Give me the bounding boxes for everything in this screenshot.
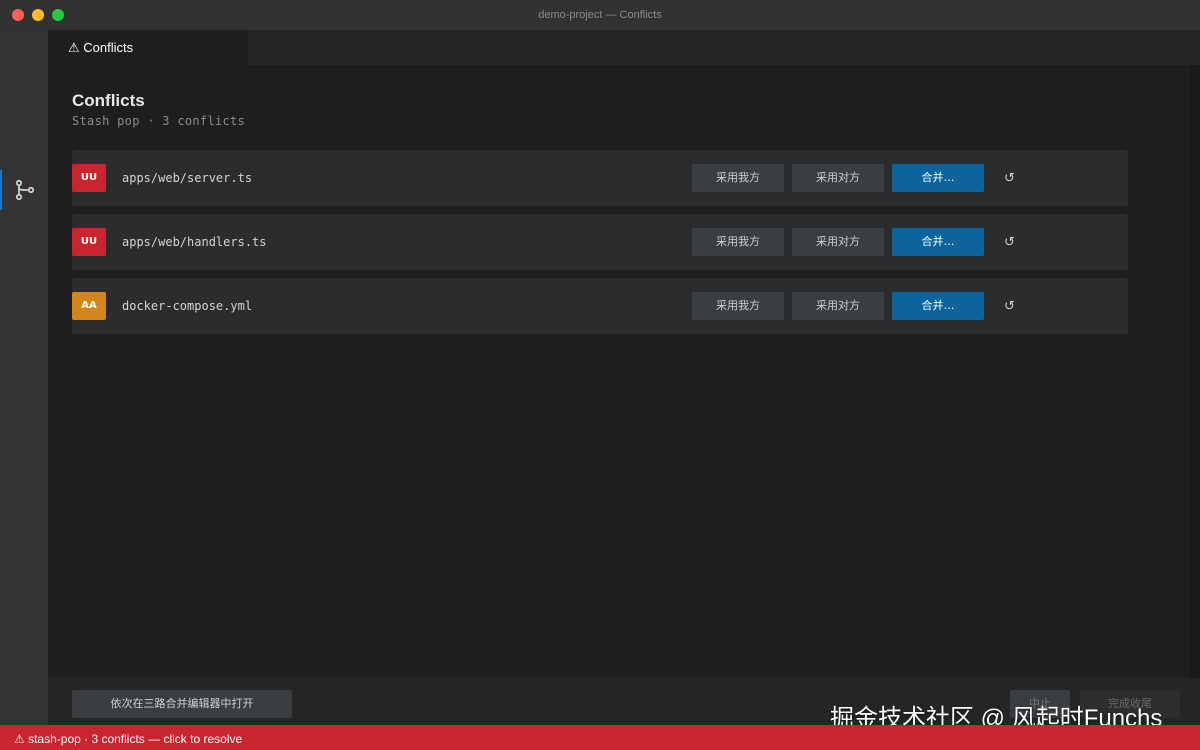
merge-button[interactable]: 合并… [892,228,984,256]
accept-ours-button[interactable]: 采用我方 [692,292,784,320]
accept-theirs-button[interactable]: 采用对方 [792,228,884,256]
open-three-way-merge-button[interactable]: 依次在三路合并编辑器中打开 [72,690,292,718]
revert-icon[interactable]: ↺ [1004,234,1015,250]
source-control-icon [15,179,35,201]
status-bar-conflicts[interactable]: ⚠ stash-pop · 3 conflicts — click to res… [0,725,1200,750]
conflict-file-name[interactable]: apps/web/server.ts [122,171,252,185]
revert-icon[interactable]: ↺ [1004,170,1015,186]
conflict-status-badge: UU [72,228,106,256]
conflict-file-name[interactable]: docker-compose.yml [122,299,252,313]
window-title: demo-project — Conflicts [538,9,662,21]
conflict-row: UU apps/web/server.ts 采用我方 采用对方 合并… ↺ [72,150,1128,206]
tab-bar: ⚠ Conflicts [48,30,1200,65]
accept-theirs-button[interactable]: 采用对方 [792,292,884,320]
page-subtitle: Stash pop · 3 conflicts [72,114,246,128]
conflict-row: UU apps/web/handlers.ts 采用我方 采用对方 合并… ↺ [72,214,1128,270]
conflicts-view: Conflicts Stash pop · 3 conflicts UU app… [48,65,1200,678]
accept-theirs-button[interactable]: 采用对方 [792,164,884,192]
conflict-status-badge: AA [72,292,106,320]
accept-ours-button[interactable]: 采用我方 [692,228,784,256]
merge-button[interactable]: 合并… [892,292,984,320]
tab-conflicts[interactable]: ⚠ Conflicts [48,30,248,65]
title-bar: demo-project — Conflicts [0,0,1200,30]
vertical-scrollbar[interactable] [1190,65,1200,678]
conflict-row: AA docker-compose.yml 采用我方 采用对方 合并… ↺ [72,278,1128,334]
conflict-file-name[interactable]: apps/web/handlers.ts [122,235,267,249]
page-title: Conflicts [72,91,145,110]
activity-item-source-control[interactable] [0,170,48,210]
revert-icon[interactable]: ↺ [1004,298,1015,314]
activity-bar [0,30,48,725]
accept-ours-button[interactable]: 采用我方 [692,164,784,192]
conflict-status-badge: UU [72,164,106,192]
merge-button[interactable]: 合并… [892,164,984,192]
